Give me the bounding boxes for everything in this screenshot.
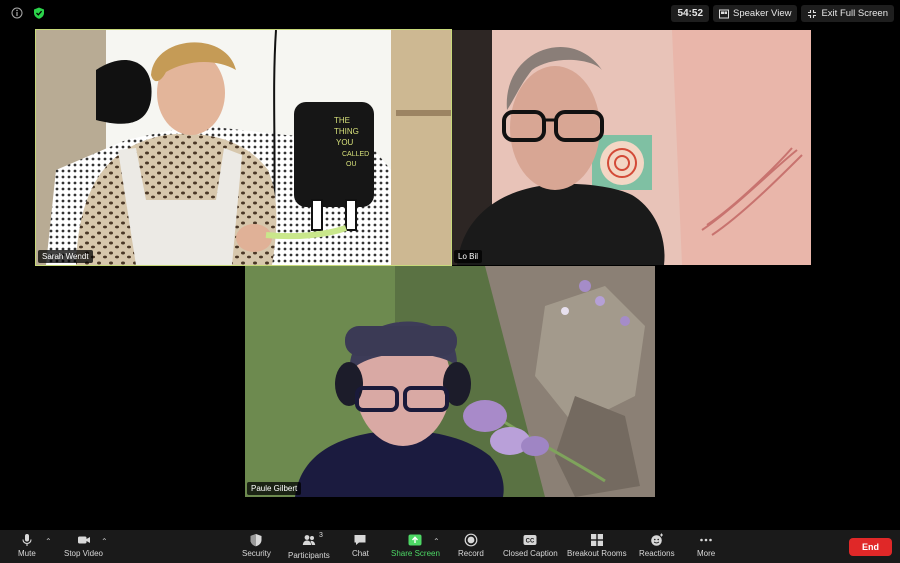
video-options-chevron-up-icon[interactable]: ⌃ — [101, 537, 108, 546]
mute-label: Mute — [18, 549, 36, 558]
svg-text:CC: CC — [526, 539, 535, 545]
svg-text:THING: THING — [334, 127, 359, 136]
microphone-icon — [22, 534, 32, 546]
video-tile-paule-gilbert[interactable]: Paule Gilbert — [245, 266, 655, 497]
security-label: Security — [242, 549, 271, 558]
record-button[interactable]: Record — [458, 533, 484, 558]
video-tile-lo-bil[interactable]: Lo Bil — [452, 30, 811, 265]
reactions-button[interactable]: Reactions — [639, 533, 675, 558]
share-options-chevron-up-icon[interactable]: ⌃ — [433, 537, 440, 546]
end-meeting-button[interactable]: End — [849, 538, 892, 556]
svg-text:THE: THE — [334, 116, 350, 125]
mute-button[interactable]: Mute — [18, 533, 36, 558]
svg-text:OU: OU — [346, 161, 357, 168]
meeting-timer: 54:52 — [671, 5, 710, 22]
closed-caption-label: Closed Caption — [503, 549, 558, 558]
people-icon — [302, 535, 316, 545]
participant-video — [245, 266, 655, 497]
breakout-rooms-grid-icon — [590, 534, 603, 546]
breakout-rooms-button[interactable]: Breakout Rooms — [567, 533, 627, 558]
info-icon[interactable] — [11, 7, 23, 19]
top-left-icons — [11, 7, 45, 19]
participant-video: THE THING YOU CALLED OU — [36, 30, 451, 265]
participant-video — [452, 30, 811, 265]
audio-options-chevron-up-icon[interactable]: ⌃ — [45, 537, 52, 546]
chat-button[interactable]: Chat — [352, 533, 369, 558]
participants-label: Participants — [288, 551, 330, 560]
participant-name-tag: Paule Gilbert — [247, 482, 302, 495]
participant-name-tag: Sarah Wendt — [38, 250, 93, 263]
stop-video-label: Stop Video — [64, 549, 103, 558]
chat-label: Chat — [352, 549, 369, 558]
top-right-controls: 54:52 Speaker View Exit Full Screen — [671, 5, 894, 22]
speaker-view-label: Speaker View — [733, 8, 792, 19]
exit-full-screen-label: Exit Full Screen — [821, 8, 888, 19]
share-screen-label: Share Screen — [391, 549, 440, 558]
more-button[interactable]: More — [697, 533, 715, 558]
shield-icon — [250, 534, 262, 547]
more-dots-icon — [700, 538, 712, 542]
stop-video-button[interactable]: Stop Video — [64, 533, 103, 558]
breakout-rooms-label: Breakout Rooms — [567, 549, 627, 558]
cc-icon: CC — [523, 535, 537, 545]
participants-icon-wrap: 3 — [302, 532, 323, 551]
record-label: Record — [458, 549, 484, 558]
reactions-label: Reactions — [639, 549, 675, 558]
meeting-toolbar: Mute ⌃ Stop Video ⌃ Security 3 Participa… — [0, 530, 900, 563]
video-camera-icon — [77, 536, 90, 544]
participant-name-tag: Lo Bil — [454, 250, 483, 263]
security-button[interactable]: Security — [242, 533, 271, 558]
participants-count-badge: 3 — [318, 532, 323, 539]
exit-full-screen-button[interactable]: Exit Full Screen — [801, 5, 894, 22]
video-tile-sarah-wendt[interactable]: THE THING YOU CALLED OU Sarah Wendt — [35, 29, 452, 266]
smiley-add-icon — [650, 533, 663, 546]
svg-text:YOU: YOU — [336, 138, 354, 147]
closed-caption-button[interactable]: CC Closed Caption — [503, 533, 558, 558]
chat-bubble-icon — [354, 535, 366, 545]
more-label: More — [697, 549, 716, 558]
svg-text:CALLED: CALLED — [342, 151, 369, 158]
exit-fullscreen-icon — [808, 9, 817, 18]
speaker-view-button[interactable]: Speaker View — [713, 5, 798, 22]
record-icon — [464, 533, 478, 547]
encryption-shield-icon[interactable] — [33, 7, 45, 19]
participants-button[interactable]: 3 Participants — [288, 532, 330, 560]
share-screen-arrow-icon — [408, 534, 422, 546]
grid-view-icon — [719, 9, 730, 18]
